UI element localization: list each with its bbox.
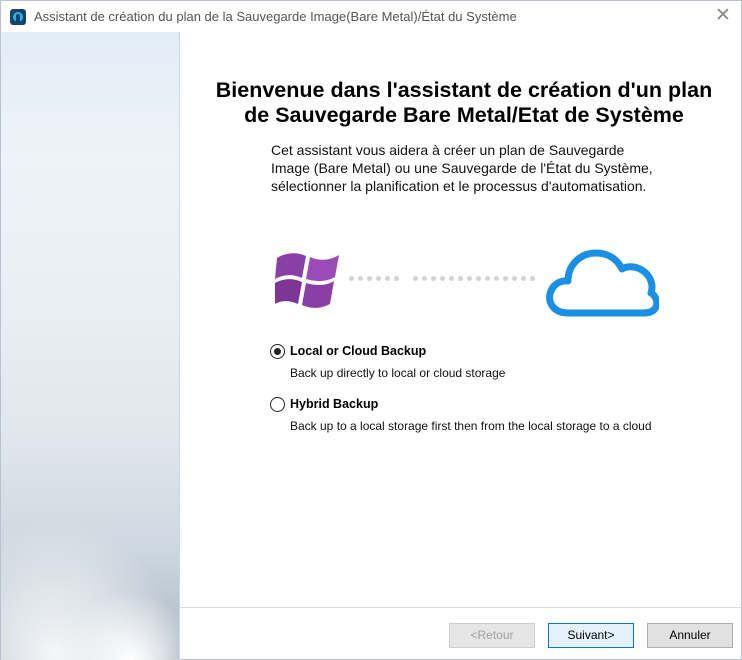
page-title-line1: Bienvenue dans l'assistant de création d… — [215, 78, 713, 102]
sidebar-sky-image — [1, 32, 179, 660]
connector-dot — [485, 276, 490, 281]
connector-dot — [385, 276, 390, 281]
connector-dot — [358, 276, 363, 281]
connector-dot — [431, 276, 436, 281]
connector-dot — [503, 276, 508, 281]
windows-logo-icon — [275, 253, 339, 308]
local-or-cloud-description: Back up directly to local or cloud stora… — [290, 366, 506, 380]
wizard-window: Assistant de création du plan de la Sauv… — [0, 0, 742, 660]
footer-divider — [180, 607, 742, 608]
back-button[interactable]: <Retour — [449, 623, 535, 648]
local-or-cloud-label[interactable]: Local or Cloud Backup — [290, 344, 426, 358]
radio-selected-dot — [274, 348, 281, 355]
close-button[interactable]: ✕ — [711, 5, 735, 27]
hybrid-radio[interactable] — [270, 397, 285, 412]
window-title: Assistant de création du plan de la Sauv… — [34, 9, 517, 24]
option-hybrid[interactable]: Hybrid Backup Back up to a local storage… — [270, 397, 730, 437]
app-logo-icon — [10, 9, 26, 25]
cancel-button[interactable]: Annuler — [647, 623, 733, 648]
next-button[interactable]: Suivant> — [548, 623, 634, 648]
connector-dot — [530, 276, 535, 281]
connector-dot — [476, 276, 481, 281]
cloud-icon — [546, 249, 659, 317]
connector-dot — [413, 276, 418, 281]
option-local-or-cloud[interactable]: Local or Cloud Backup Back up directly t… — [270, 344, 730, 384]
hybrid-description: Back up to a local storage first then fr… — [290, 419, 652, 433]
connector-dot — [394, 276, 399, 281]
sidebar-divider — [179, 32, 180, 660]
page-title-line2: de Sauvegarde Bare Metal/Etat de Système — [244, 103, 684, 127]
connector-dot — [521, 276, 526, 281]
connector-dot — [512, 276, 517, 281]
connector-dot — [494, 276, 499, 281]
page-title: Bienvenue dans l'assistant de création d… — [187, 78, 741, 128]
connector-dot — [376, 276, 381, 281]
connector-dot — [458, 276, 463, 281]
connector-dot — [449, 276, 454, 281]
connector-dots — [349, 276, 549, 282]
connector-dot — [440, 276, 445, 281]
connector-dot — [467, 276, 472, 281]
local-or-cloud-radio[interactable] — [270, 344, 285, 359]
connector-dot — [367, 276, 372, 281]
connector-dot — [349, 276, 354, 281]
title-bar: Assistant de création du plan de la Sauv… — [1, 1, 741, 32]
intro-text: Cet assistant vous aidera à créer un pla… — [271, 142, 653, 194]
connector-dot — [422, 276, 427, 281]
hybrid-label[interactable]: Hybrid Backup — [290, 397, 378, 411]
